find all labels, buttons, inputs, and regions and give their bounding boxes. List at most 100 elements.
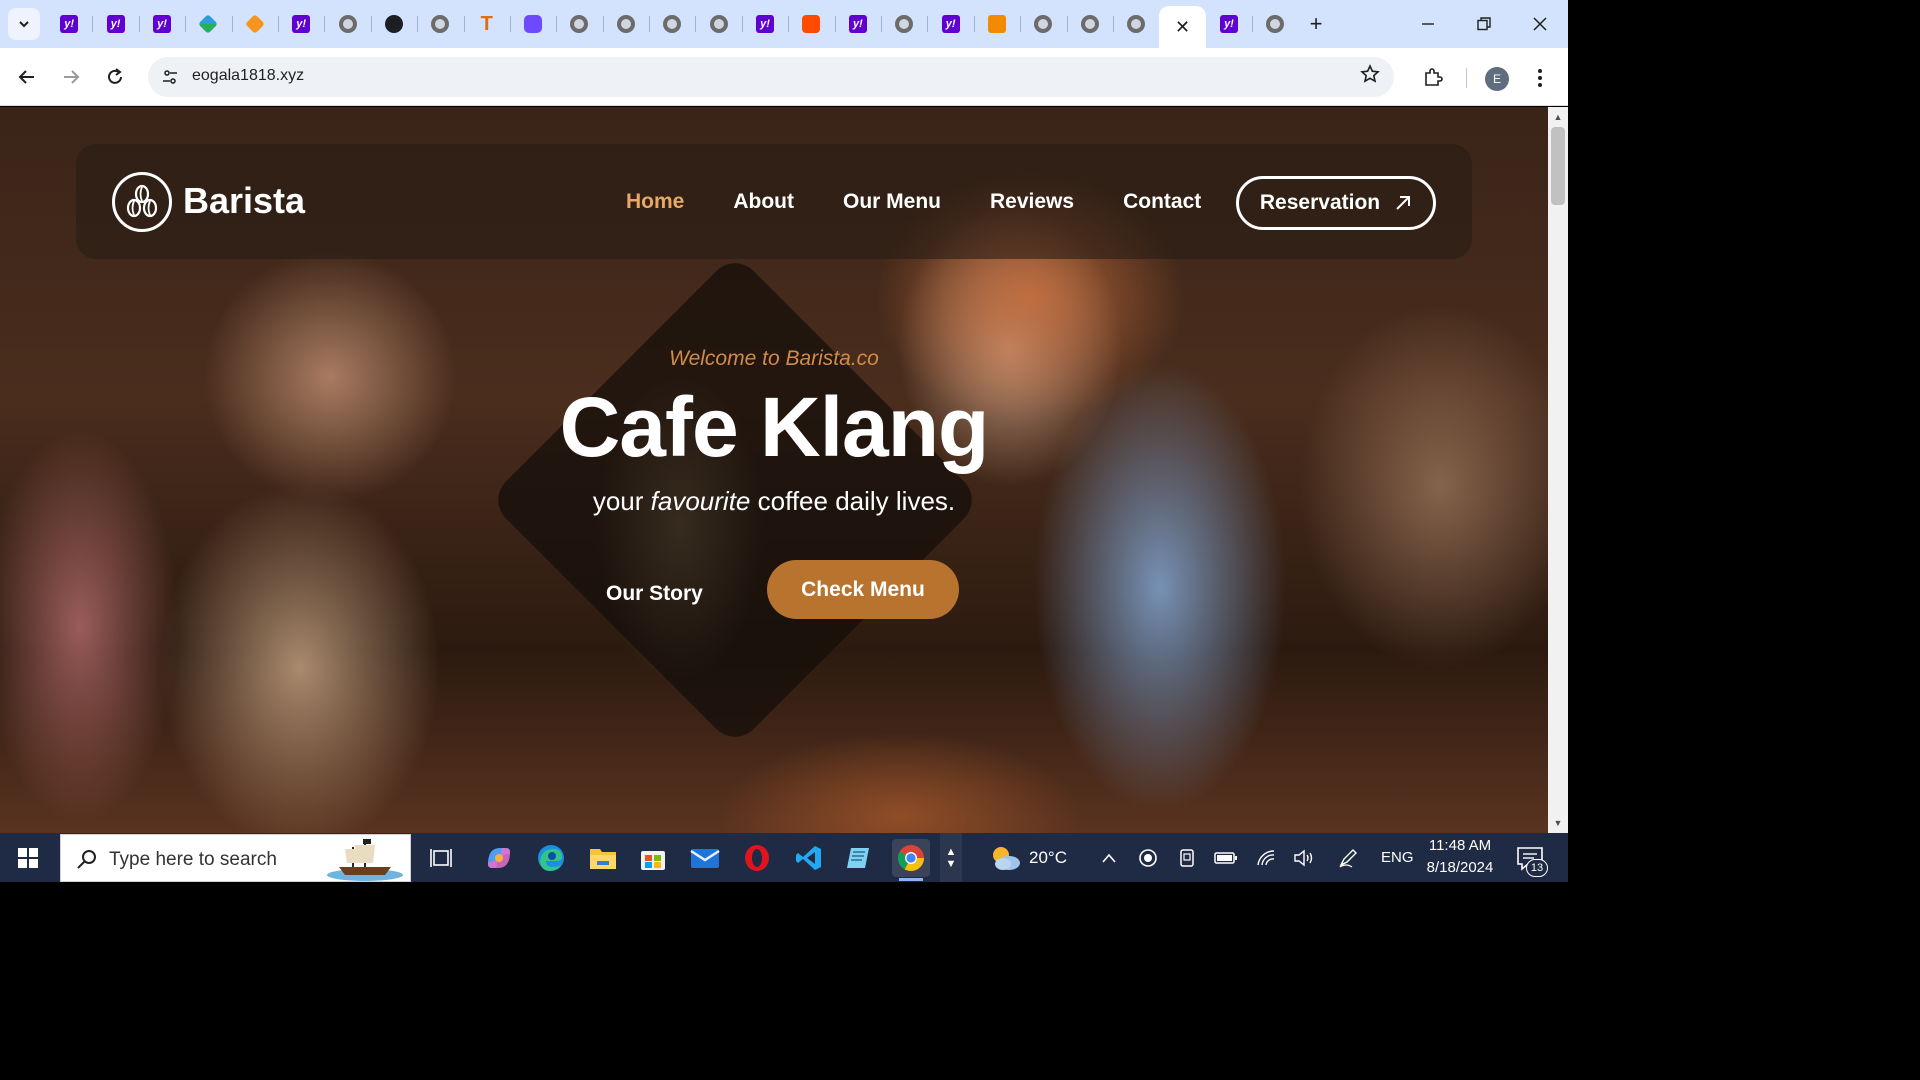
taskbar-edge[interactable]: [532, 839, 570, 877]
nav-link-home[interactable]: Home: [626, 190, 684, 214]
globe-icon: [663, 15, 682, 33]
site-info-button[interactable]: [156, 63, 184, 91]
tray-pen[interactable]: [1336, 846, 1360, 870]
zap-icon: [802, 15, 821, 33]
browser-tab[interactable]: [649, 6, 695, 42]
hero-eyebrow: Welcome to Barista.co: [669, 347, 879, 370]
taskbar-overflow-toggle[interactable]: ▲ ▼: [940, 833, 962, 882]
task-view-button[interactable]: [422, 839, 460, 877]
globe-icon: [1034, 15, 1053, 33]
taskbar-opera[interactable]: [738, 839, 776, 877]
start-button[interactable]: [6, 841, 50, 875]
arrow-up-right-icon: [1396, 196, 1411, 210]
browser-tab[interactable]: y!: [741, 6, 788, 42]
our-story-link[interactable]: Our Story: [606, 582, 703, 606]
browser-tab[interactable]: [788, 6, 834, 42]
scroll-down-arrow-icon[interactable]: ▼: [1548, 815, 1568, 831]
clock-time[interactable]: 11:48 AM: [1418, 837, 1502, 854]
tray-volume[interactable]: [1292, 846, 1316, 870]
vscode-icon: [796, 846, 821, 870]
taskbar-file-explorer[interactable]: [584, 839, 622, 877]
window-close-button[interactable]: [1512, 0, 1568, 48]
reservation-button[interactable]: Reservation: [1236, 176, 1436, 230]
minimize-icon: [1422, 23, 1434, 25]
taskbar-mail[interactable]: [686, 839, 724, 877]
bookmark-star-button[interactable]: [1360, 64, 1380, 90]
scroll-thumb[interactable]: [1551, 127, 1565, 205]
close-icon[interactable]: ✕: [1175, 17, 1190, 38]
taskbar-chrome[interactable]: [892, 839, 930, 881]
nav-link-reviews[interactable]: Reviews: [990, 190, 1074, 214]
address-bar[interactable]: eogala1818.xyz: [148, 57, 1394, 97]
browser-tab[interactable]: y!: [1206, 6, 1252, 42]
browser-tab[interactable]: y!: [927, 6, 973, 42]
nav-link-about[interactable]: About: [733, 190, 794, 214]
weather-temperature[interactable]: 20°C: [1029, 848, 1067, 868]
browser-tab[interactable]: [973, 6, 1020, 42]
taskbar-copilot[interactable]: [480, 839, 518, 877]
browser-tab[interactable]: [556, 6, 602, 42]
tab-search-button[interactable]: [8, 8, 40, 40]
show-hidden-icons-button[interactable]: [1097, 846, 1121, 870]
page-scrollbar[interactable]: ▲ ▼: [1548, 107, 1568, 833]
tray-meet-button[interactable]: [1175, 846, 1199, 870]
back-button[interactable]: [11, 61, 43, 93]
browser-tab[interactable]: [185, 6, 231, 42]
chevron-up-icon: ▲: [945, 845, 957, 858]
browser-menu-button[interactable]: [1528, 62, 1552, 94]
browser-tab[interactable]: [1020, 6, 1066, 42]
weather-partly-cloudy-icon[interactable]: [988, 843, 1022, 873]
extensions-button[interactable]: [1418, 62, 1448, 92]
globe-icon: [1127, 15, 1146, 33]
browser-tab[interactable]: [417, 6, 463, 42]
reload-icon: [108, 68, 122, 84]
reload-button[interactable]: [99, 61, 131, 93]
opera-icon: [745, 845, 769, 871]
globe-icon: [895, 15, 914, 33]
browser-tab[interactable]: [1252, 6, 1298, 42]
browser-tab[interactable]: [695, 6, 741, 42]
new-tab-button[interactable]: +: [1302, 10, 1330, 38]
taskbar-vscode[interactable]: [790, 839, 828, 877]
tab-active[interactable]: ✕: [1159, 6, 1206, 48]
globe-icon: [1080, 15, 1099, 33]
taskbar-notepad[interactable]: [840, 839, 878, 877]
profile-avatar[interactable]: E: [1485, 67, 1509, 91]
browser-tab[interactable]: T: [463, 6, 510, 42]
url-text[interactable]: eogala1818.xyz: [192, 67, 304, 85]
browser-tab[interactable]: [370, 6, 417, 42]
tray-record-button[interactable]: [1136, 846, 1160, 870]
browser-tab[interactable]: [1066, 6, 1113, 42]
brand-name[interactable]: Barista: [183, 180, 305, 222]
tray-battery[interactable]: [1214, 846, 1238, 870]
nav-link-our-menu[interactable]: Our Menu: [843, 190, 941, 214]
browser-tab[interactable]: [881, 6, 927, 42]
tray-network[interactable]: [1254, 846, 1278, 870]
taskbar-search-box[interactable]: Type here to search: [60, 834, 411, 882]
clock-date[interactable]: 8/18/2024: [1418, 859, 1502, 876]
arrow-left-icon: [18, 70, 34, 84]
restore-button[interactable]: [1456, 0, 1512, 48]
browser-tab[interactable]: [231, 6, 278, 42]
taskbar-microsoft-store[interactable]: [634, 839, 672, 877]
browser-tab[interactable]: [602, 6, 649, 42]
browser-tab[interactable]: y!: [46, 6, 92, 42]
browser-tab[interactable]: [324, 6, 370, 42]
input-language[interactable]: ENG: [1381, 849, 1414, 866]
browser-tab[interactable]: y!: [277, 6, 324, 42]
globe-icon: [616, 15, 635, 33]
minimize-button[interactable]: [1400, 0, 1456, 48]
browser-tab[interactable]: y!: [138, 6, 185, 42]
scroll-up-arrow-icon[interactable]: ▲: [1548, 109, 1568, 125]
search-icon: [77, 850, 96, 869]
windows-taskbar: Type here to search ▲ ▼ 20°C ENG 11:48 A…: [0, 833, 1568, 882]
browser-tab[interactable]: [509, 6, 556, 42]
browser-tab[interactable]: y!: [834, 6, 881, 42]
coffee-bean-logo-icon[interactable]: [112, 172, 172, 232]
browser-tab[interactable]: [1112, 6, 1159, 42]
forward-button[interactable]: [55, 61, 87, 93]
check-menu-button[interactable]: Check Menu: [767, 560, 959, 619]
hero-subtitle: your favourite coffee daily lives.: [0, 486, 1548, 517]
browser-tab[interactable]: y!: [92, 6, 138, 42]
nav-link-contact[interactable]: Contact: [1123, 190, 1201, 214]
